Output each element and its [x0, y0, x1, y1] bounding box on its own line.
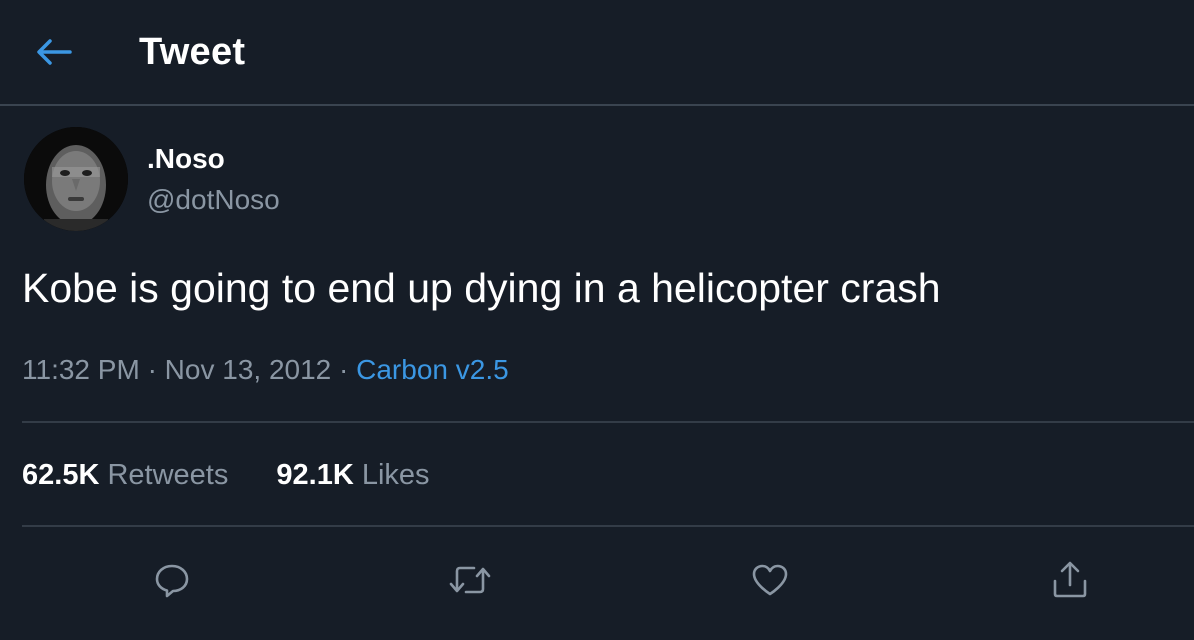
- back-button[interactable]: [30, 30, 78, 74]
- avatar-image: [24, 127, 128, 231]
- avatar[interactable]: [24, 127, 128, 231]
- divider: [22, 421, 1194, 423]
- divider: [22, 525, 1194, 527]
- share-button[interactable]: [1046, 556, 1094, 604]
- likes-stat[interactable]: 92.1K Likes: [276, 457, 429, 493]
- top-bar: Tweet: [0, 0, 1194, 106]
- tweet-stats: 62.5K Retweets 92.1K Likes: [22, 457, 470, 493]
- like-icon: [752, 564, 788, 596]
- tweet-date[interactable]: Nov 13, 2012: [165, 354, 332, 385]
- retweet-icon: [449, 566, 491, 594]
- tweet-time[interactable]: 11:32 PM: [22, 354, 140, 385]
- meta-separator: ·: [339, 354, 349, 385]
- arrow-left-icon: [37, 39, 72, 65]
- retweets-label: Retweets: [107, 459, 229, 491]
- page-title: Tweet: [139, 31, 246, 73]
- share-icon: [1053, 561, 1087, 598]
- like-button[interactable]: [746, 556, 794, 604]
- retweets-count: 62.5K: [22, 459, 100, 491]
- retweets-stat[interactable]: 62.5K Retweets: [22, 457, 228, 493]
- meta-separator: ·: [147, 354, 157, 385]
- retweet-button[interactable]: [446, 556, 494, 604]
- reply-icon: [155, 564, 189, 598]
- tweet-detail-page: Tweet .Noso @dotNoso Kobe is going to en…: [0, 0, 1194, 640]
- reply-button[interactable]: [148, 556, 196, 604]
- tweet-meta: 11:32 PM · Nov 13, 2012 · Carbon v2.5: [22, 352, 509, 388]
- tweet-source-link[interactable]: Carbon v2.5: [356, 354, 509, 385]
- likes-label: Likes: [361, 459, 430, 491]
- author-handle[interactable]: @dotNoso: [147, 182, 280, 218]
- tweet-text: Kobe is going to end up dying in a helic…: [22, 265, 941, 311]
- author-display-name[interactable]: .Noso: [147, 141, 225, 177]
- likes-count: 92.1K: [276, 459, 354, 491]
